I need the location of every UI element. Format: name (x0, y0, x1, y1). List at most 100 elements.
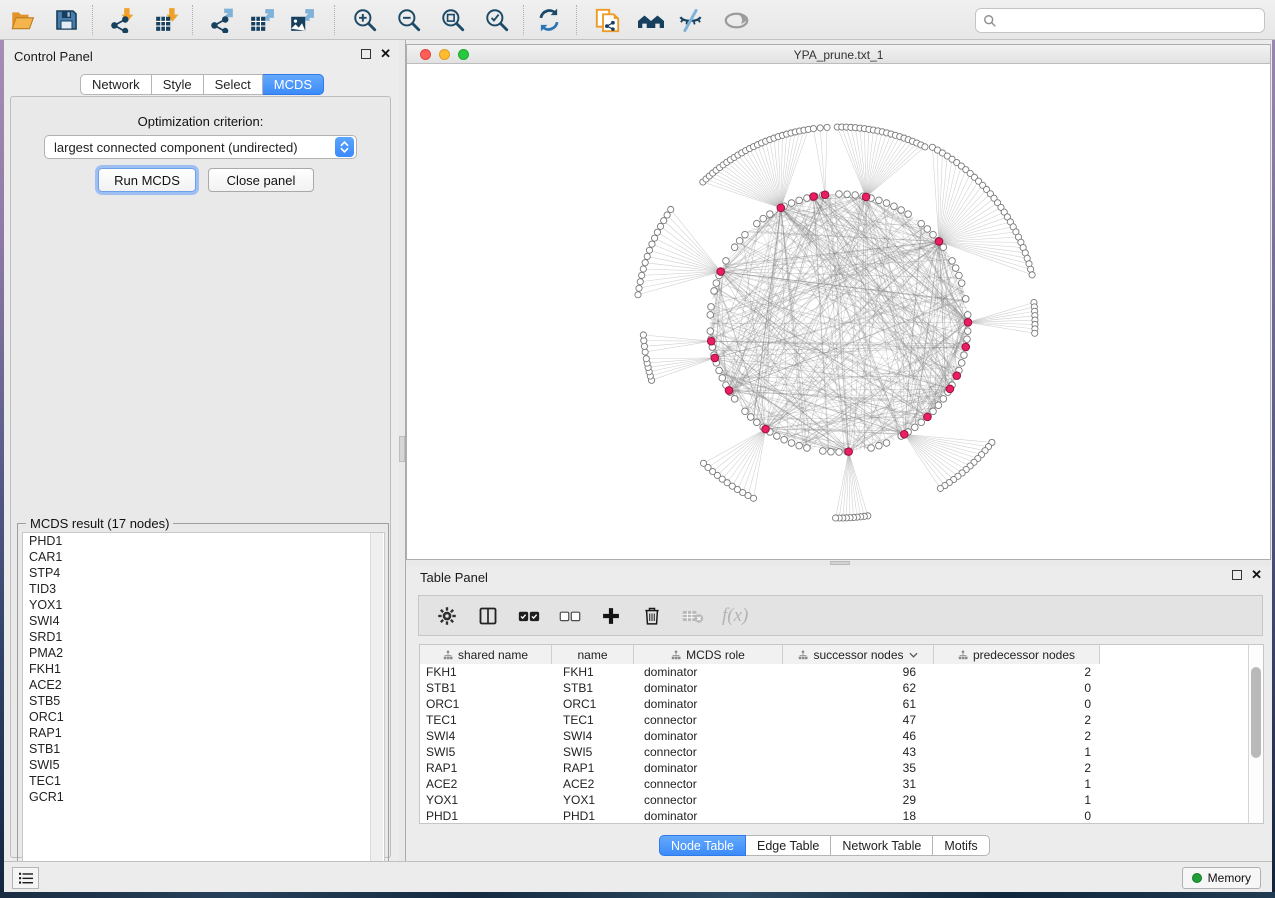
mcds-result-item[interactable]: PHD1 (23, 533, 384, 549)
task-history-button[interactable] (12, 867, 39, 889)
network-node[interactable] (918, 419, 925, 426)
network-node[interactable] (905, 211, 912, 218)
tab-network[interactable]: Network (80, 74, 152, 95)
network-leaf-node[interactable] (664, 212, 670, 218)
export-table-icon[interactable] (248, 6, 276, 34)
table-row[interactable]: PHD1PHD1dominator180 (420, 808, 1248, 824)
result-list-scrollbar[interactable] (370, 533, 383, 890)
network-leaf-node[interactable] (817, 125, 823, 131)
zoom-fit-icon[interactable] (439, 6, 467, 34)
network-node[interactable] (820, 448, 827, 455)
first-neighbors-icon[interactable] (637, 6, 665, 34)
network-leaf-node[interactable] (636, 285, 642, 291)
network-node[interactable] (736, 237, 743, 244)
mcds-result-item[interactable]: STB1 (23, 741, 384, 757)
network-node[interactable] (708, 304, 715, 311)
network-leaf-node[interactable] (654, 229, 660, 235)
deselect-all-icon[interactable] (558, 604, 582, 628)
network-node[interactable] (958, 360, 965, 367)
network-node[interactable] (964, 312, 971, 319)
network-node[interactable] (713, 280, 720, 287)
network-node[interactable] (964, 336, 971, 343)
network-node[interactable] (753, 220, 760, 227)
close-panel-button[interactable]: Close panel (208, 168, 314, 192)
select-all-icon[interactable] (517, 604, 541, 628)
tab-node-table[interactable]: Node Table (659, 835, 746, 856)
network-leaf-node[interactable] (668, 206, 674, 212)
network-node[interactable] (952, 265, 959, 272)
network-node[interactable] (711, 288, 718, 295)
table-row[interactable]: FKH1FKH1dominator962 (420, 664, 1248, 680)
mcds-hub-node[interactable] (924, 413, 932, 421)
import-network-icon[interactable] (108, 6, 136, 34)
zoom-out-icon[interactable] (395, 6, 423, 34)
mcds-result-item[interactable]: STB5 (23, 693, 384, 709)
export-image-icon[interactable] (288, 6, 316, 34)
mcds-result-item[interactable]: ACE2 (23, 677, 384, 693)
table-row[interactable]: TEC1TEC1connector472 (420, 712, 1248, 728)
network-leaf-node[interactable] (661, 218, 667, 224)
network-leaf-node[interactable] (639, 272, 645, 278)
network-node[interactable] (707, 328, 714, 335)
network-node[interactable] (731, 396, 738, 403)
network-node[interactable] (796, 197, 803, 204)
mcds-result-item[interactable]: GCR1 (23, 789, 384, 805)
network-leaf-node[interactable] (642, 349, 648, 355)
refresh-view-icon[interactable] (535, 6, 563, 34)
mcds-hub-node[interactable] (810, 193, 818, 201)
table-scrollbar[interactable] (1248, 645, 1263, 823)
search-input[interactable] (1002, 14, 1264, 28)
network-leaf-node[interactable] (644, 253, 650, 259)
tab-motifs[interactable]: Motifs (933, 835, 989, 856)
mcds-hub-node[interactable] (900, 430, 908, 438)
network-node[interactable] (930, 231, 937, 238)
network-leaf-node[interactable] (1032, 330, 1038, 336)
criterion-select[interactable]: largest connected component (undirected) (44, 135, 357, 159)
column-header-name[interactable]: name (552, 645, 634, 664)
network-node[interactable] (940, 396, 947, 403)
network-node[interactable] (930, 408, 937, 415)
column-header-shared-name[interactable]: shared name (420, 645, 552, 664)
network-node[interactable] (828, 448, 835, 455)
mcds-result-item[interactable]: SRD1 (23, 629, 384, 645)
network-node[interactable] (796, 442, 803, 449)
mcds-hub-node[interactable] (845, 448, 853, 456)
network-leaf-node[interactable] (635, 292, 641, 298)
network-leaf-node[interactable] (640, 266, 646, 272)
mcds-hub-node[interactable] (821, 191, 829, 199)
vertical-splitter[interactable] (399, 40, 406, 862)
network-node[interactable] (788, 440, 795, 447)
network-node[interactable] (891, 203, 898, 210)
network-leaf-node[interactable] (824, 124, 830, 130)
mcds-result-item[interactable]: STP4 (23, 565, 384, 581)
hide-selected-icon[interactable] (676, 6, 704, 34)
mcds-hub-node[interactable] (711, 354, 719, 362)
add-column-icon[interactable] (599, 604, 623, 628)
network-node[interactable] (852, 192, 859, 199)
table-row[interactable]: SWI4SWI4dominator462 (420, 728, 1248, 744)
network-leaf-node[interactable] (640, 332, 646, 338)
network-node[interactable] (836, 191, 843, 198)
network-leaf-node[interactable] (700, 460, 706, 466)
network-leaf-node[interactable] (637, 279, 643, 285)
mcds-hub-node[interactable] (946, 385, 954, 393)
network-node[interactable] (774, 433, 781, 440)
mcds-result-list[interactable]: PHD1CAR1STP4TID3YOX1SWI4SRD1PMA2FKH1ACE2… (22, 532, 385, 891)
mcds-hub-node[interactable] (717, 268, 725, 276)
mcds-result-item[interactable]: TEC1 (23, 773, 384, 789)
network-node[interactable] (949, 258, 956, 265)
network-node[interactable] (876, 442, 883, 449)
column-header-MCDS-role[interactable]: MCDS role (634, 645, 783, 664)
mcds-result-item[interactable]: SWI4 (23, 613, 384, 629)
column-header-predecessor-nodes[interactable]: predecessor nodes (934, 645, 1100, 664)
network-node[interactable] (731, 244, 738, 251)
network-node[interactable] (804, 445, 811, 452)
network-node[interactable] (781, 436, 788, 443)
mcds-hub-node[interactable] (707, 337, 715, 345)
network-canvas[interactable] (407, 64, 1270, 559)
open-file-icon[interactable] (8, 6, 36, 34)
network-leaf-node[interactable] (922, 144, 928, 150)
mcds-result-item[interactable]: SWI5 (23, 757, 384, 773)
tab-edge-table[interactable]: Edge Table (746, 835, 831, 856)
network-node[interactable] (935, 402, 942, 409)
